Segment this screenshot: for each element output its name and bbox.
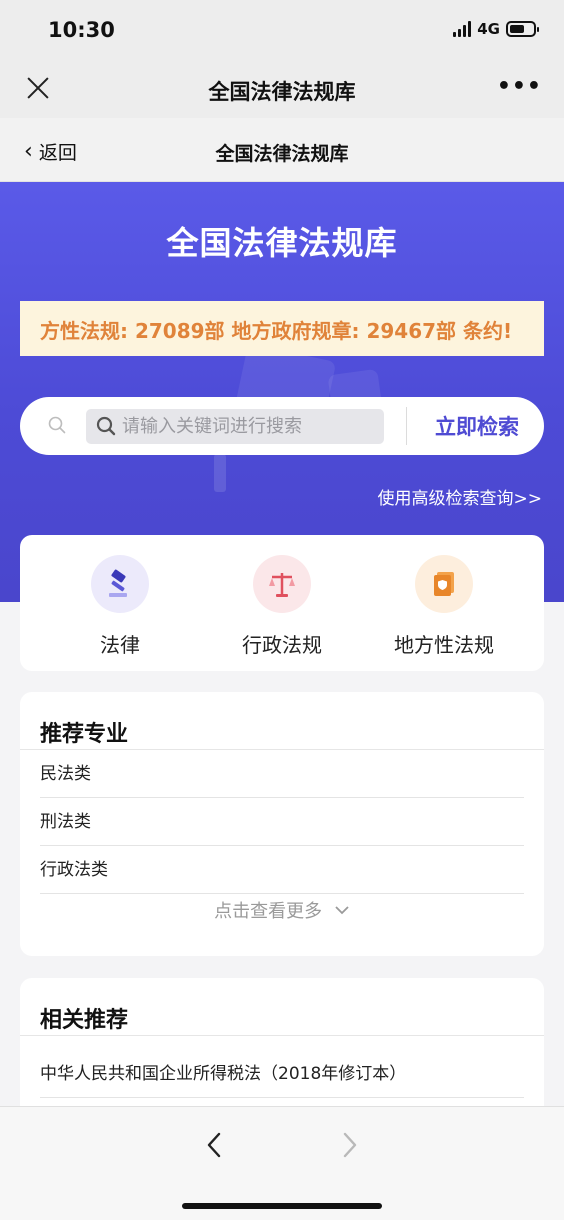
status-time: 10:30 [48,18,115,42]
scale-icon [253,555,311,613]
home-indicator [182,1203,382,1209]
recommended-heading: 推荐专业 [20,692,544,750]
category-label: 法律 [100,633,140,657]
wechat-title-bar: 全国法律法规库 ••• [0,60,564,118]
category-label: 行政法规 [242,633,322,657]
wechat-title: 全国法律法规库 [208,80,356,104]
page-nav-bar: ‹ 返回 全国法律法规库 [0,118,564,182]
signal-icon [453,21,472,37]
search-divider [406,407,407,445]
status-bar: 10:30 4G [0,0,564,60]
status-indicators: 4G [453,20,539,38]
forward-arrow-icon[interactable] [330,1125,370,1165]
category-local-regulations[interactable]: 地方性法规 [364,555,524,658]
hero-decoration [214,454,226,492]
advanced-search-link[interactable]: 使用高级检索查询>> [378,484,543,509]
more-options-icon[interactable]: ••• [497,74,542,99]
show-more-label: 点击查看更多 [214,901,323,922]
list-item[interactable]: 民法类 [40,750,524,798]
back-arrow-icon[interactable] [194,1125,234,1165]
battery-icon [506,21,539,37]
show-more-button[interactable]: 点击查看更多 [20,894,544,938]
hero-title: 全国法律法规库 [166,224,398,262]
category-admin-regulations[interactable]: 行政法规 [202,555,362,658]
search-button[interactable]: 立即检索 [410,397,544,455]
marquee-text: 方性法规: 27089部 地方政府规章: 29467部 条约! [40,319,513,343]
chevron-down-icon [335,906,349,915]
statistics-marquee: 方性法规: 27089部 地方政府规章: 29467部 条约! [20,301,544,356]
recommended-card: 推荐专业 民法类 刑法类 行政法类 点击查看更多 [20,692,544,956]
category-card: 法律 行政法规 地方性法规 [20,535,544,671]
search-icon [96,416,116,436]
list-item[interactable]: 刑法类 [40,798,524,846]
list-item[interactable]: 行政法类 [40,846,524,894]
related-heading: 相关推荐 [20,978,544,1036]
category-law[interactable]: 法律 [40,555,200,658]
search-input[interactable] [122,409,380,444]
bottom-navigation-bar [0,1106,564,1220]
network-type: 4G [477,20,500,38]
document-shield-icon [415,555,473,613]
list-item[interactable]: 中华人民共和国企业所得税法（2018年修订本） [40,1036,524,1098]
search-icon [48,416,66,434]
category-label: 地方性法规 [394,633,494,657]
search-bar: 立即检索 [20,397,544,455]
gavel-icon [91,555,149,613]
search-field [86,409,384,444]
page-title: 全国法律法规库 [215,143,349,165]
